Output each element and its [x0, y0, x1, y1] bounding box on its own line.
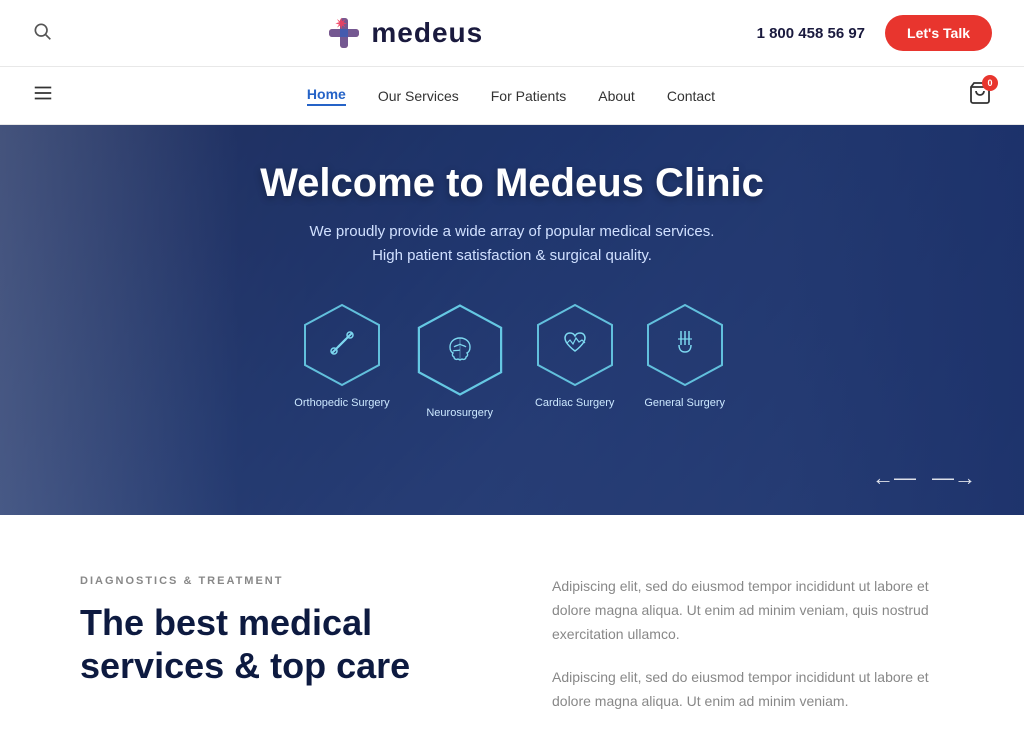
content-left: Diagnostics & Treatment The best medical…: [80, 575, 472, 714]
nav-links: Home Our Services For Patients About Con…: [307, 86, 715, 106]
hex-shape-orthopedic: [297, 300, 387, 390]
service-general[interactable]: General Surgery: [640, 300, 730, 420]
service-cardiac[interactable]: Cardiac Surgery: [530, 300, 620, 420]
hero-content: Welcome to Medeus Clinic We proudly prov…: [260, 161, 764, 420]
hamburger-menu[interactable]: [32, 82, 54, 109]
section-title: The best medical services & top care: [80, 601, 472, 687]
general-icon: [667, 325, 703, 366]
service-label-cardiac: Cardiac Surgery: [535, 396, 614, 410]
lets-talk-button[interactable]: Let's Talk: [885, 15, 992, 51]
prev-arrow[interactable]: ←―: [872, 465, 916, 491]
nav-item-for-patients[interactable]: For Patients: [491, 88, 566, 104]
content-para-2: Adipiscing elit, sed do eiusmod tempor i…: [552, 666, 944, 714]
section-tag: Diagnostics & Treatment: [80, 575, 472, 587]
logo-icon: [325, 14, 363, 52]
content-para-1: Adipiscing elit, sed do eiusmod tempor i…: [552, 575, 944, 646]
logo-text: medeus: [371, 17, 483, 49]
cart-icon[interactable]: 0: [968, 81, 992, 110]
search-icon[interactable]: [32, 21, 52, 46]
nav-item-about[interactable]: About: [598, 88, 635, 104]
logo[interactable]: medeus: [325, 14, 483, 52]
navbar: Home Our Services For Patients About Con…: [0, 67, 1024, 125]
services-hex-row: Orthopedic Surgery: [260, 300, 764, 420]
service-label-orthopedic: Orthopedic Surgery: [294, 396, 389, 410]
hex-shape-neurosurgery: [410, 300, 510, 400]
hex-shape-cardiac: [530, 300, 620, 390]
orthopedic-icon: [324, 325, 360, 366]
cart-badge: 0: [982, 75, 998, 91]
phone-number: 1 800 458 56 97: [757, 25, 865, 42]
content-right: Adipiscing elit, sed do eiusmod tempor i…: [552, 575, 944, 714]
hero-subtitle: We proudly provide a wide array of popul…: [260, 220, 764, 268]
top-bar: medeus 1 800 458 56 97 Let's Talk: [0, 0, 1024, 67]
hero-arrows: ←― ―→: [872, 465, 976, 491]
top-bar-right: 1 800 458 56 97 Let's Talk: [757, 15, 992, 51]
service-neurosurgery[interactable]: Neurosurgery: [410, 300, 510, 420]
service-label-general: General Surgery: [644, 396, 725, 410]
service-label-neurosurgery: Neurosurgery: [426, 406, 493, 420]
hero-section: Welcome to Medeus Clinic We proudly prov…: [0, 125, 1024, 515]
hero-title: Welcome to Medeus Clinic: [260, 161, 764, 206]
hex-shape-general: [640, 300, 730, 390]
top-bar-left: [32, 21, 52, 46]
neurosurgery-icon: [442, 330, 478, 371]
cardiac-icon: [557, 325, 593, 366]
service-orthopedic[interactable]: Orthopedic Surgery: [294, 300, 389, 420]
next-arrow[interactable]: ―→: [932, 465, 976, 491]
nav-item-our-services[interactable]: Our Services: [378, 88, 459, 104]
content-section: Diagnostics & Treatment The best medical…: [0, 515, 1024, 754]
nav-item-home[interactable]: Home: [307, 86, 346, 106]
nav-item-contact[interactable]: Contact: [667, 88, 715, 104]
